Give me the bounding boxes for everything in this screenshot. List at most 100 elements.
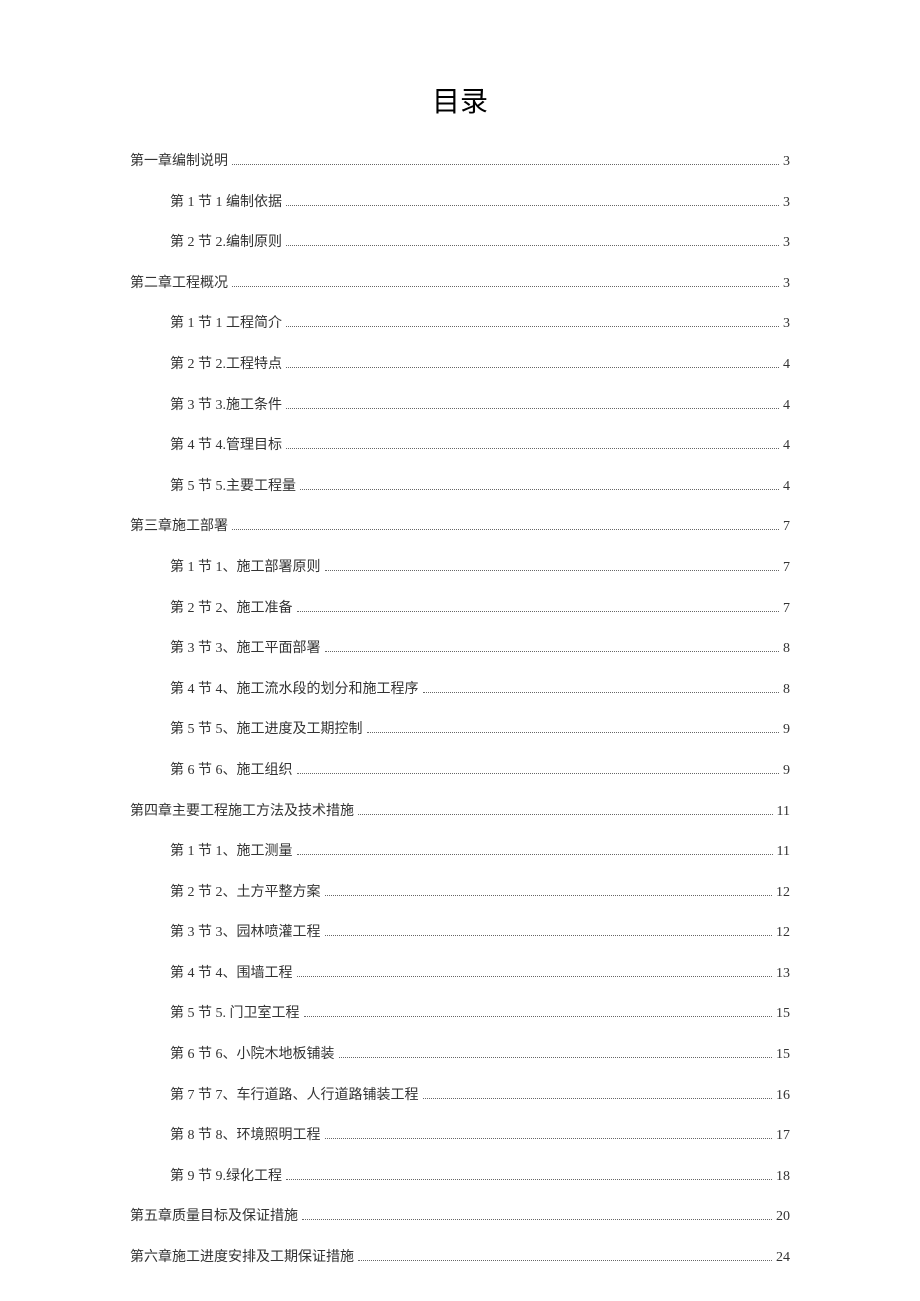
toc-entry-page: 4: [783, 396, 790, 416]
toc-entry-label: 第 6 节 6、小院木地板铺装: [170, 1045, 335, 1065]
toc-leader-dots: [286, 1179, 772, 1180]
toc-entry-label: 第 2 节 2、土方平整方案: [170, 883, 321, 903]
toc-entry: 第 3 节 3、园林喷灌工程12: [130, 923, 790, 943]
toc-leader-dots: [304, 1016, 773, 1017]
toc-entry-page: 12: [776, 923, 790, 943]
toc-leader-dots: [325, 1138, 773, 1139]
toc-entry-page: 24: [776, 1248, 790, 1268]
toc-entry-label: 第 5 节 5、施工进度及工期控制: [170, 720, 363, 740]
toc-entry-page: 8: [783, 639, 790, 659]
toc-entry-page: 9: [783, 720, 790, 740]
toc-entry-label: 第 2 节 2.编制原则: [170, 233, 282, 253]
toc-entry-label: 第 6 节 6、施工组织: [170, 761, 293, 781]
toc-entry: 第 2 节 2、施工准备 7: [130, 599, 790, 619]
toc-entry: 第五章质量目标及保证措施 20: [130, 1207, 790, 1227]
toc-leader-dots: [325, 651, 780, 652]
toc-leader-dots: [339, 1057, 773, 1058]
toc-entry-page: 7: [783, 599, 790, 619]
toc-leader-dots: [232, 164, 779, 165]
toc-entry: 第 1 节 1 编制依据 3: [130, 193, 790, 213]
toc-leader-dots: [286, 326, 779, 327]
toc-title: 目录: [130, 80, 790, 120]
toc-entry-label: 第 2 节 2.工程特点: [170, 355, 282, 375]
toc-entry-page: 11: [777, 802, 790, 822]
toc-entry: 第一章编制说明 3: [130, 152, 790, 172]
toc-entry-page: 7: [783, 517, 790, 537]
toc-entry: 第四章主要工程施工方法及技术措施 11: [130, 802, 790, 822]
toc-entry-label: 第 3 节 3.施工条件: [170, 396, 282, 416]
toc-entry-label: 第 1 节 1 工程简介: [170, 314, 282, 334]
toc-leader-dots: [423, 692, 780, 693]
toc-leader-dots: [232, 529, 779, 530]
toc-leader-dots: [286, 448, 779, 449]
toc-entry-label: 第 2 节 2、施工准备: [170, 599, 293, 619]
toc-entry: 第六章施工进度安排及工期保证措施24: [130, 1248, 790, 1268]
toc-entry-label: 第 3 节 3、施工平面部署: [170, 639, 321, 659]
toc-entry-label: 第 4 节 4、围墙工程: [170, 964, 293, 984]
toc-entry: 第 2 节 2.工程特点 4: [130, 355, 790, 375]
toc-entry-label: 第 7 节 7、车行道路、人行道路铺装工程: [170, 1086, 419, 1106]
toc-entry-page: 17: [776, 1126, 790, 1146]
toc-entry-page: 15: [776, 1004, 790, 1024]
toc-entry-label: 第 4 节 4、施工流水段的划分和施工程序: [170, 680, 419, 700]
toc-entry-label: 第 5 节 5.主要工程量: [170, 477, 296, 497]
toc-leader-dots: [300, 489, 779, 490]
toc-entry-label: 第 4 节 4.管理目标: [170, 436, 282, 456]
toc-entry-label: 第 8 节 8、环境照明工程: [170, 1126, 321, 1146]
toc-entry-page: 3: [783, 233, 790, 253]
toc-leader-dots: [286, 408, 779, 409]
toc-leader-dots: [325, 895, 773, 896]
toc-entry: 第 4 节 4、施工流水段的划分和施工程序 8: [130, 680, 790, 700]
toc-entry-page: 20: [776, 1207, 790, 1227]
toc-entry: 第 5 节 5.主要工程量 4: [130, 477, 790, 497]
toc-entry-label: 第一章编制说明: [130, 152, 228, 172]
toc-entry: 第 5 节 5、施工进度及工期控制 9: [130, 720, 790, 740]
toc-entry: 第 3 节 3、施工平面部署 8: [130, 639, 790, 659]
toc-entry-page: 3: [783, 193, 790, 213]
toc-entry: 第 8 节 8、环境照明工程 17: [130, 1126, 790, 1146]
toc-entry-label: 第二章工程概况: [130, 274, 228, 294]
toc-entry: 第 1 节 1 工程简介 3: [130, 314, 790, 334]
toc-leader-dots: [297, 854, 773, 855]
toc-entry: 第 3 节 3.施工条件 4: [130, 396, 790, 416]
toc-entry: 第 6 节 6、施工组织 9: [130, 761, 790, 781]
toc-entry-label: 第四章主要工程施工方法及技术措施: [130, 802, 354, 822]
toc-entry-page: 16: [776, 1086, 790, 1106]
toc-entry-label: 第 1 节 1、施工测量: [170, 842, 293, 862]
toc-leader-dots: [286, 245, 779, 246]
toc-entry-label: 第 5 节 5. 门卫室工程: [170, 1004, 300, 1024]
toc-entry-label: 第三章施工部署: [130, 517, 228, 537]
toc-leader-dots: [358, 1260, 772, 1261]
toc-leader-dots: [286, 367, 779, 368]
toc-leader-dots: [297, 611, 780, 612]
toc-entry: 第 1 节 1、施工测量11: [130, 842, 790, 862]
toc-leader-dots: [297, 773, 780, 774]
toc-entry-page: 3: [783, 152, 790, 172]
toc-leader-dots: [297, 976, 773, 977]
toc-leader-dots: [286, 205, 779, 206]
toc-entry-page: 3: [783, 314, 790, 334]
toc-entry: 第 2 节 2.编制原则 3: [130, 233, 790, 253]
toc-leader-dots: [325, 570, 780, 571]
toc-entry: 第 1 节 1、施工部署原则7: [130, 558, 790, 578]
toc-entry: 第二章工程概况 3: [130, 274, 790, 294]
toc-entry-label: 第五章质量目标及保证措施: [130, 1207, 298, 1227]
toc-entry: 第 5 节 5. 门卫室工程 15: [130, 1004, 790, 1024]
toc-entry-label: 第 9 节 9.绿化工程: [170, 1167, 282, 1187]
toc-entry: 第 4 节 4.管理目标4: [130, 436, 790, 456]
toc-entry-label: 第 1 节 1 编制依据: [170, 193, 282, 213]
toc-entry-page: 4: [783, 355, 790, 375]
toc-entry: 第三章施工部署 7: [130, 517, 790, 537]
toc-entry-page: 4: [783, 477, 790, 497]
toc-container: 第一章编制说明3第 1 节 1 编制依据3第 2 节 2.编制原则3第二章工程概…: [130, 152, 790, 1268]
toc-entry-page: 9: [783, 761, 790, 781]
toc-entry-page: 3: [783, 274, 790, 294]
toc-entry-page: 8: [783, 680, 790, 700]
toc-leader-dots: [423, 1098, 773, 1099]
toc-entry-label: 第 1 节 1、施工部署原则: [170, 558, 321, 578]
toc-entry: 第 2 节 2、土方平整方案12: [130, 883, 790, 903]
toc-entry: 第 4 节 4、围墙工程 13: [130, 964, 790, 984]
toc-leader-dots: [302, 1219, 772, 1220]
toc-leader-dots: [367, 732, 780, 733]
toc-entry-page: 13: [776, 964, 790, 984]
